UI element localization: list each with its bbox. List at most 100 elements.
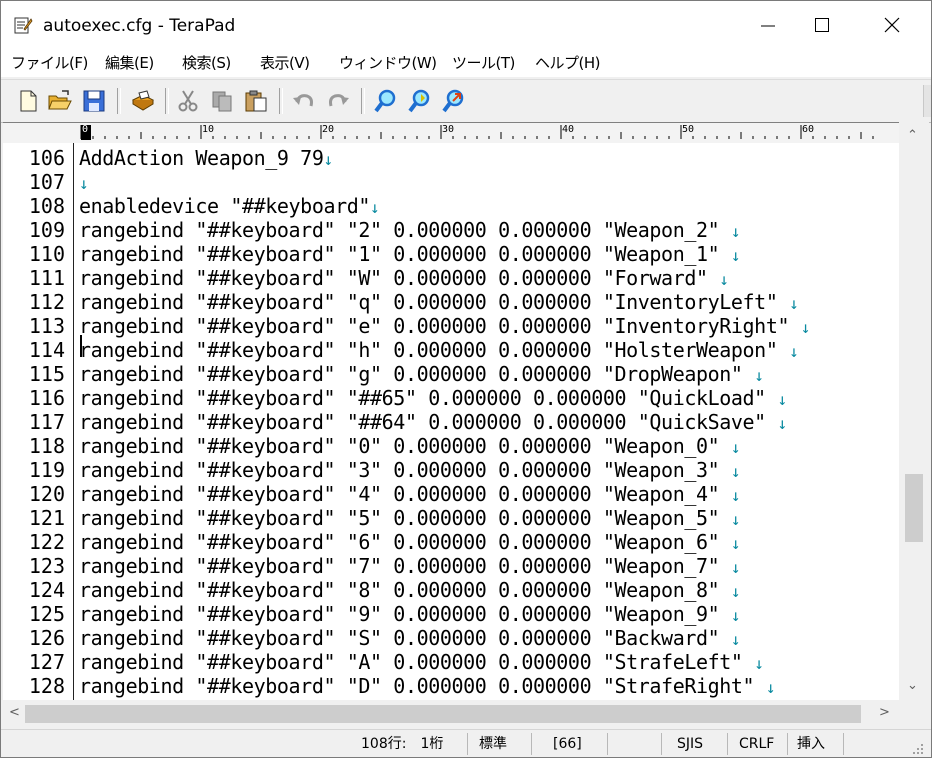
toolbar-separator bbox=[361, 88, 365, 114]
new-file-button[interactable] bbox=[15, 88, 41, 114]
line-text: rangebind "##keyboard" "##65" 0.000000 0… bbox=[79, 386, 787, 412]
ruler-label: 30 bbox=[442, 124, 455, 135]
toolbar bbox=[1, 79, 931, 123]
title-bar[interactable]: autoexec.cfg - TeraPad bbox=[1, 1, 931, 49]
code-line[interactable]: 109 rangebind "##keyboard" "2" 0.000000 0… bbox=[3, 218, 899, 242]
line-end-mark-icon: ↓ bbox=[777, 414, 787, 433]
line-end-mark-icon: ↓ bbox=[730, 438, 741, 457]
code-line[interactable]: 115 rangebind "##keyboard" "g" 0.000000 0… bbox=[3, 362, 899, 386]
save-icon bbox=[83, 90, 105, 112]
line-content: rangebind "##keyboard" "##65" 0.000000 0… bbox=[79, 386, 778, 410]
line-text: rangebind "##keyboard" "4" 0.000000 0.00… bbox=[79, 482, 741, 508]
menu-edit[interactable]: 編集(E) bbox=[105, 53, 154, 73]
print-button[interactable] bbox=[129, 88, 155, 114]
status-separator bbox=[787, 733, 788, 755]
code-line[interactable]: 122 rangebind "##keyboard" "6" 0.000000 0… bbox=[3, 530, 899, 554]
line-number: 126 bbox=[28, 626, 65, 650]
line-end-mark-icon: ↓ bbox=[730, 534, 741, 553]
menu-help[interactable]: ヘルプ(H) bbox=[535, 53, 600, 73]
code-line[interactable]: 123 rangebind "##keyboard" "7" 0.000000 0… bbox=[3, 554, 899, 578]
paste-button[interactable] bbox=[243, 88, 269, 114]
line-number: 122 bbox=[28, 530, 65, 554]
status-bar: 108行: 1桁 標準 [66] SJIS CRLF 挿入 bbox=[1, 729, 931, 757]
menu-file[interactable]: ファイル(F) bbox=[11, 53, 88, 73]
code-line[interactable]: 121 rangebind "##keyboard" "5" 0.000000 0… bbox=[3, 506, 899, 530]
text-editor[interactable]: 106 AddAction Weapon_9 79↓ 107 ↓ 108 enablede… bbox=[3, 143, 899, 700]
close-button[interactable] bbox=[869, 1, 915, 49]
code-line[interactable]: 119 rangebind "##keyboard" "3" 0.000000 0… bbox=[3, 458, 899, 482]
code-line[interactable]: 125 rangebind "##keyboard" "9" 0.000000 0… bbox=[3, 602, 899, 626]
menu-window[interactable]: ウィンドウ(W) bbox=[339, 53, 437, 73]
code-line[interactable]: 106 AddAction Weapon_9 79↓ bbox=[3, 146, 899, 170]
minimize-button[interactable] bbox=[745, 1, 791, 49]
code-line[interactable]: 113 rangebind "##keyboard" "e" 0.000000 0… bbox=[3, 314, 899, 338]
open-folder-icon bbox=[48, 90, 72, 110]
code-line[interactable]: 118 rangebind "##keyboard" "0" 0.000000 0… bbox=[3, 434, 899, 458]
line-text: AddAction Weapon_9 79↓ bbox=[79, 146, 333, 172]
menu-search[interactable]: 検索(S) bbox=[182, 53, 231, 73]
line-number: 107 bbox=[28, 170, 65, 194]
line-content: rangebind "##keyboard" "h" 0.000000 0.00… bbox=[79, 338, 790, 362]
line-end-mark-icon: ↓ bbox=[730, 486, 741, 505]
save-button[interactable] bbox=[81, 88, 107, 114]
code-line[interactable]: 120 rangebind "##keyboard" "4" 0.000000 0… bbox=[3, 482, 899, 506]
line-end-mark-icon: ↓ bbox=[730, 246, 741, 265]
find-next-button[interactable] bbox=[407, 88, 433, 114]
code-line[interactable]: 114 rangebind "##keyboard" "h" 0.000000 0… bbox=[3, 338, 899, 362]
code-line[interactable]: 110 rangebind "##keyboard" "1" 0.000000 0… bbox=[3, 242, 899, 266]
line-text: rangebind "##keyboard" "9" 0.000000 0.00… bbox=[79, 602, 741, 628]
line-content: rangebind "##keyboard" "##64" 0.000000 0… bbox=[79, 410, 778, 434]
line-number: 128 bbox=[28, 674, 65, 698]
code-line[interactable]: 128 rangebind "##keyboard" "D" 0.000000 0… bbox=[3, 674, 899, 698]
line-number: 113 bbox=[28, 314, 65, 338]
line-content: rangebind "##keyboard" "6" 0.000000 0.00… bbox=[79, 530, 731, 554]
cut-button[interactable] bbox=[175, 88, 201, 114]
menu-tools[interactable]: ツール(T) bbox=[452, 53, 515, 73]
code-line[interactable]: 111 rangebind "##keyboard" "W" 0.000000 0… bbox=[3, 266, 899, 290]
maximize-button[interactable] bbox=[799, 1, 845, 49]
vertical-scrollbar[interactable]: ⌃ ⌄ bbox=[899, 122, 929, 700]
line-content: rangebind "##keyboard" "3" 0.000000 0.00… bbox=[79, 458, 731, 482]
toolbar-separator bbox=[279, 88, 283, 114]
toolbar-edge bbox=[923, 85, 931, 117]
code-line[interactable]: 117 rangebind "##keyboard" "##64" 0.00000… bbox=[3, 410, 899, 434]
status-separator bbox=[727, 733, 728, 755]
code-line[interactable]: 127 rangebind "##keyboard" "A" 0.000000 0… bbox=[3, 650, 899, 674]
redo-button[interactable] bbox=[325, 88, 351, 114]
find-button[interactable] bbox=[373, 88, 399, 114]
scroll-up-icon[interactable]: ⌃ bbox=[907, 128, 918, 143]
line-number: 114 bbox=[28, 338, 65, 362]
menu-bar: ファイル(F) 編集(E) 検索(S) 表示(V) ウィンドウ(W) ツール(T… bbox=[1, 49, 931, 77]
line-number: 125 bbox=[28, 602, 65, 626]
menu-view[interactable]: 表示(V) bbox=[260, 53, 310, 73]
copy-button[interactable] bbox=[209, 88, 235, 114]
scroll-right-icon[interactable]: > bbox=[879, 705, 890, 720]
ruler: 0 10 20 30 40 50 60 bbox=[3, 122, 899, 144]
code-line[interactable]: 116 rangebind "##keyboard" "##65" 0.00000… bbox=[3, 386, 899, 410]
find-prev-button[interactable] bbox=[441, 88, 467, 114]
undo-button[interactable] bbox=[291, 88, 317, 114]
line-text: rangebind "##keyboard" "g" 0.000000 0.00… bbox=[79, 362, 764, 388]
line-end-mark-icon: ↓ bbox=[777, 390, 787, 409]
code-line[interactable]: 126 rangebind "##keyboard" "S" 0.000000 0… bbox=[3, 626, 899, 650]
line-text: rangebind "##keyboard" "q" 0.000000 0.00… bbox=[79, 290, 799, 316]
scroll-left-icon[interactable]: < bbox=[9, 705, 20, 720]
line-end-mark-icon: ↓ bbox=[730, 510, 741, 529]
code-line[interactable]: 112 rangebind "##keyboard" "q" 0.000000 0… bbox=[3, 290, 899, 314]
terapad-window: autoexec.cfg - TeraPad ファイル(F) 編集(E) 検索(… bbox=[0, 0, 932, 758]
line-end-mark-icon: ↓ bbox=[730, 222, 741, 241]
status-separator bbox=[531, 733, 532, 755]
vertical-scroll-thumb[interactable] bbox=[905, 474, 923, 542]
resize-grip-icon[interactable] bbox=[911, 742, 925, 756]
status-separator bbox=[467, 733, 468, 755]
code-line[interactable]: 107 ↓ bbox=[3, 170, 899, 194]
scroll-down-icon[interactable]: ⌄ bbox=[907, 678, 918, 693]
horizontal-scroll-thumb[interactable] bbox=[25, 705, 861, 723]
line-text: rangebind "##keyboard" "0" 0.000000 0.00… bbox=[79, 434, 741, 460]
code-line[interactable]: 108 enabledevice "##keyboard"↓ bbox=[3, 194, 899, 218]
open-file-button[interactable] bbox=[47, 88, 73, 114]
line-end-mark-icon: ↓ bbox=[730, 558, 741, 577]
line-number: 108 bbox=[28, 194, 65, 218]
horizontal-scrollbar[interactable]: < > bbox=[1, 700, 899, 728]
code-line[interactable]: 124 rangebind "##keyboard" "8" 0.000000 0… bbox=[3, 578, 899, 602]
